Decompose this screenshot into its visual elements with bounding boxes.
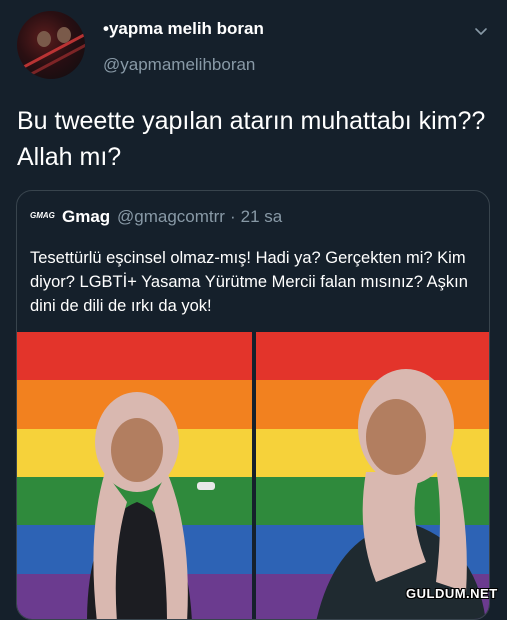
gmag-logo: GMAG (30, 211, 55, 220)
quoted-photo-right[interactable] (256, 332, 489, 619)
person-figure (87, 392, 215, 619)
display-name[interactable]: •yapma melih boran (103, 19, 264, 39)
quoted-handle: @gmagcomtrr (117, 207, 225, 226)
quoted-tweet[interactable]: GMAG Gmag @gmagcomtrr · 21 sa Tesettürlü e… (16, 190, 490, 620)
watermark: GULDUM.NET (406, 586, 498, 601)
tweet-text: Bu tweette yapılan atarın muhattabı kim?… (17, 107, 486, 171)
quoted-meta: @gmagcomtrr · 21 sa (117, 207, 287, 227)
quoted-author-name: Gmag (62, 207, 111, 226)
quoted-time: 21 sa (240, 207, 283, 226)
chevron-down-icon[interactable] (474, 24, 488, 38)
quoted-photo-left[interactable] (17, 332, 252, 619)
person-figure (316, 369, 486, 619)
user-handle[interactable]: @yapmamelihboran (103, 55, 255, 75)
quoted-tweet-text: Tesettürlü eşcinsel olmaz-mış! Hadi ya? … (30, 249, 468, 315)
meta-separator: · (229, 207, 236, 226)
avatar[interactable] (17, 11, 85, 79)
